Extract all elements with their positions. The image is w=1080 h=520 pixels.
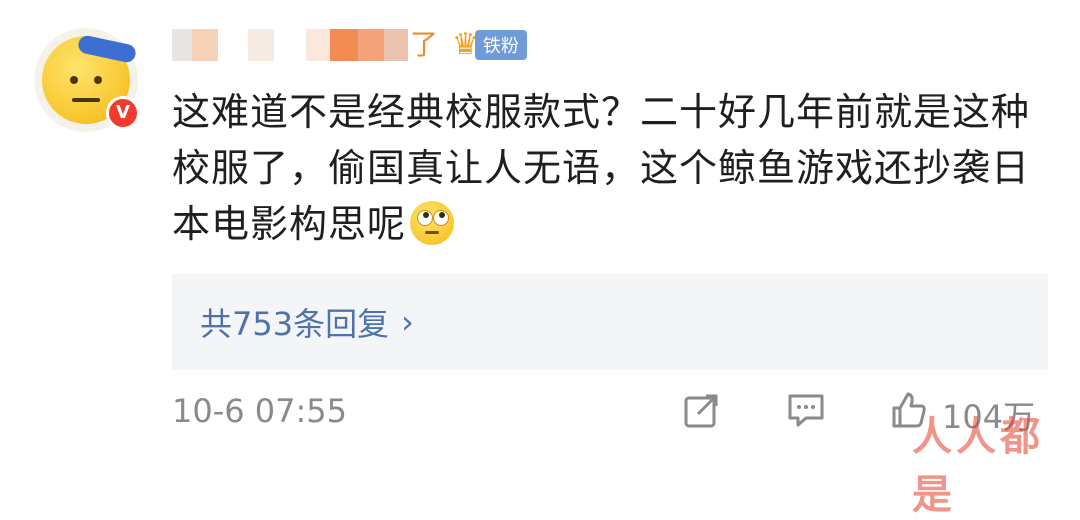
avatar-eye-left bbox=[70, 76, 78, 84]
verified-badge: V bbox=[106, 96, 140, 130]
share-icon[interactable] bbox=[682, 390, 722, 430]
avatar-mouth bbox=[72, 98, 100, 102]
username-redacted bbox=[172, 29, 408, 61]
comment-icon[interactable] bbox=[786, 390, 826, 430]
avatar-headband bbox=[76, 34, 138, 64]
chevron-right-icon: › bbox=[401, 303, 414, 341]
username-row[interactable]: 了 ♛ 铁粉 bbox=[172, 28, 527, 62]
user-avatar[interactable]: V bbox=[34, 28, 140, 132]
fan-badge-label: 铁粉 bbox=[474, 30, 527, 60]
comment-body: 这难道不是经典校服款式？二十好几年前就是这种校服了，偷国真让人无语，这个鲸鱼游戏… bbox=[172, 90, 1031, 246]
avatar-eye-right bbox=[94, 76, 102, 84]
comment-timestamp: 10-6 07:55 bbox=[172, 392, 348, 430]
comment-text: 这难道不是经典校服款式？二十好几年前就是这种校服了，偷国真让人无语，这个鲸鱼游戏… bbox=[172, 84, 1052, 252]
fan-badge[interactable]: ♛ 铁粉 bbox=[452, 29, 527, 61]
username-visible-tail[interactable]: 了 bbox=[410, 29, 438, 61]
view-replies-link[interactable]: 共753条回复 › bbox=[200, 299, 414, 345]
replies-count-label: 共753条回复 bbox=[200, 305, 390, 343]
replies-panel[interactable]: 共753条回复 › bbox=[172, 274, 1048, 370]
rolling-eyes-emoji-icon bbox=[410, 201, 455, 245]
site-watermark: 人人都是 bbox=[912, 414, 1044, 518]
